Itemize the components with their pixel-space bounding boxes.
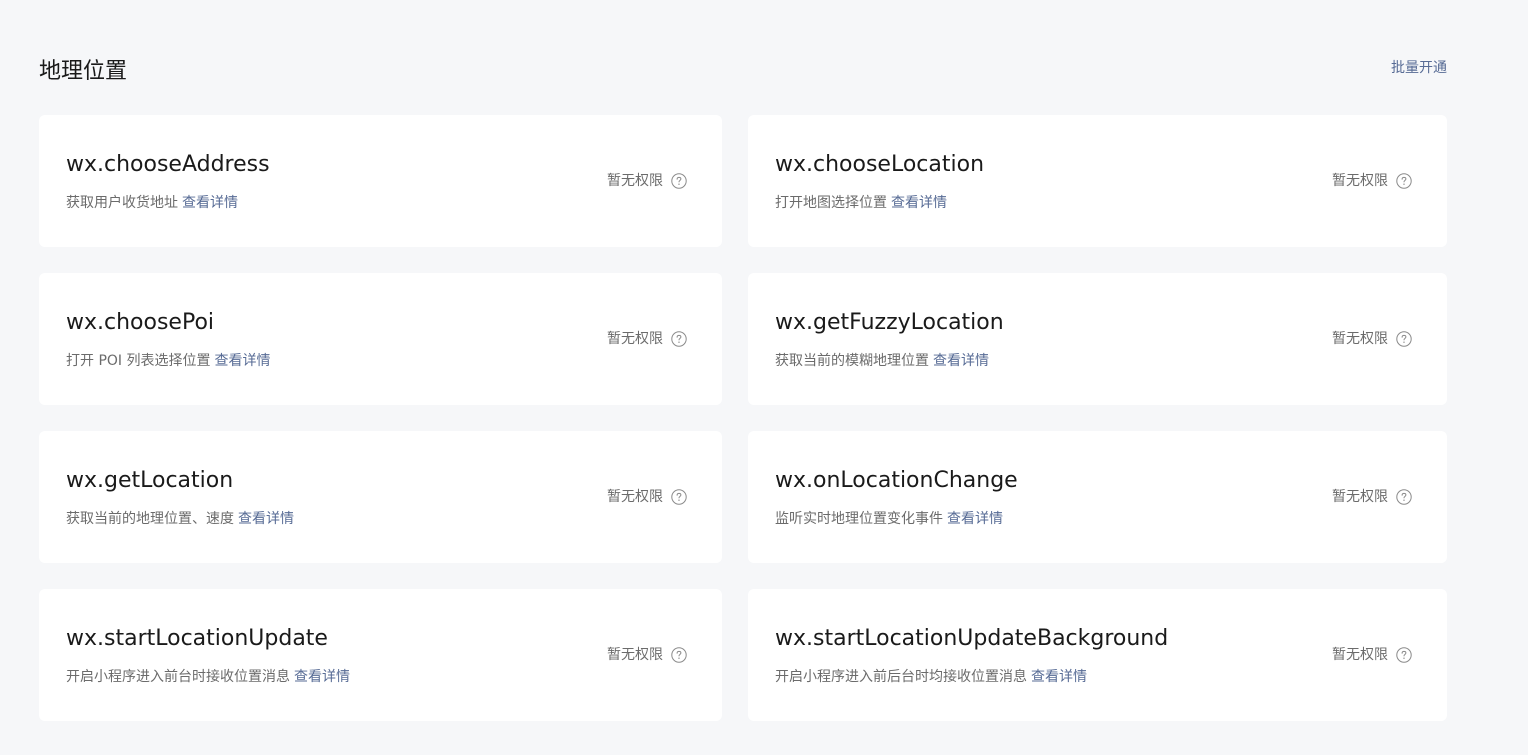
api-description: 打开地图选择位置 xyxy=(775,195,887,211)
permission-status-label: 暂无权限 xyxy=(607,647,663,663)
permission-status: 暂无权限 xyxy=(607,487,687,507)
api-card: wx.chooseLocation 打开地图选择位置 查看详情 暂无权限 xyxy=(748,115,1447,247)
api-description: 开启小程序进入前后台时均接收位置消息 xyxy=(775,669,1027,685)
api-card: wx.onLocationChange 监听实时地理位置变化事件 查看详情 暂无权… xyxy=(748,431,1447,563)
api-description-line: 监听实时地理位置变化事件 查看详情 xyxy=(775,509,1003,529)
permission-status: 暂无权限 xyxy=(1332,171,1412,191)
api-card: wx.getFuzzyLocation 获取当前的模糊地理位置 查看详情 暂无权限 xyxy=(748,273,1447,405)
view-details-link[interactable]: 查看详情 xyxy=(294,669,350,685)
api-description-line: 打开地图选择位置 查看详情 xyxy=(775,193,947,213)
api-card: wx.startLocationUpdateBackground 开启小程序进入… xyxy=(748,589,1447,721)
api-card: wx.chooseAddress 获取用户收货地址 查看详情 暂无权限 xyxy=(39,115,722,247)
question-circle-icon[interactable] xyxy=(1396,647,1412,663)
question-circle-icon[interactable] xyxy=(671,489,687,505)
api-description: 开启小程序进入前台时接收位置消息 xyxy=(66,669,290,685)
view-details-link[interactable]: 查看详情 xyxy=(215,353,271,369)
question-circle-icon[interactable] xyxy=(671,173,687,189)
api-name: wx.chooseAddress xyxy=(66,152,270,177)
api-name: wx.getLocation xyxy=(66,468,234,493)
question-circle-icon[interactable] xyxy=(671,331,687,347)
api-description: 获取当前的地理位置、速度 xyxy=(66,511,234,527)
view-details-link[interactable]: 查看详情 xyxy=(933,353,989,369)
view-details-link[interactable]: 查看详情 xyxy=(182,195,238,211)
api-description-line: 获取用户收货地址 查看详情 xyxy=(66,193,238,213)
api-card: wx.choosePoi 打开 POI 列表选择位置 查看详情 暂无权限 xyxy=(39,273,722,405)
api-description: 获取当前的模糊地理位置 xyxy=(775,353,929,369)
permission-status-label: 暂无权限 xyxy=(607,489,663,505)
question-circle-icon[interactable] xyxy=(1396,489,1412,505)
api-name: wx.startLocationUpdateBackground xyxy=(775,626,1169,651)
permission-status: 暂无权限 xyxy=(607,329,687,349)
api-description-line: 开启小程序进入前台时接收位置消息 查看详情 xyxy=(66,667,350,687)
api-description: 获取用户收货地址 xyxy=(66,195,178,211)
permission-status: 暂无权限 xyxy=(607,645,687,665)
permission-status: 暂无权限 xyxy=(1332,329,1412,349)
api-name: wx.chooseLocation xyxy=(775,152,985,177)
permission-status: 暂无权限 xyxy=(1332,645,1412,665)
permission-status-label: 暂无权限 xyxy=(607,331,663,347)
permission-status-label: 暂无权限 xyxy=(1332,489,1388,505)
question-circle-icon[interactable] xyxy=(1396,173,1412,189)
question-circle-icon[interactable] xyxy=(1396,331,1412,347)
api-name: wx.startLocationUpdate xyxy=(66,626,328,651)
section-header: 地理位置 批量开通 xyxy=(39,56,1447,88)
view-details-link[interactable]: 查看详情 xyxy=(1031,669,1087,685)
api-name: wx.getFuzzyLocation xyxy=(775,310,1004,335)
permission-status: 暂无权限 xyxy=(607,171,687,191)
api-description-line: 打开 POI 列表选择位置 查看详情 xyxy=(66,351,271,371)
section-title: 地理位置 xyxy=(39,59,128,84)
api-name: wx.onLocationChange xyxy=(775,468,1018,493)
api-description: 监听实时地理位置变化事件 xyxy=(775,511,943,527)
api-description-line: 获取当前的模糊地理位置 查看详情 xyxy=(775,351,989,371)
permission-status-label: 暂无权限 xyxy=(1332,647,1388,663)
permission-status-label: 暂无权限 xyxy=(1332,173,1388,189)
api-description-line: 获取当前的地理位置、速度 查看详情 xyxy=(66,509,294,529)
api-description-line: 开启小程序进入前后台时均接收位置消息 查看详情 xyxy=(775,667,1087,687)
view-details-link[interactable]: 查看详情 xyxy=(891,195,947,211)
bulk-enable-link[interactable]: 批量开通 xyxy=(1391,58,1447,78)
api-card: wx.startLocationUpdate 开启小程序进入前台时接收位置消息查… xyxy=(39,589,722,721)
api-card-grid: wx.chooseAddress 获取用户收货地址 查看详情 暂无权限 wx.ch… xyxy=(39,115,1447,721)
view-details-link[interactable]: 查看详情 xyxy=(238,511,294,527)
view-details-link[interactable]: 查看详情 xyxy=(947,511,1003,527)
permission-status: 暂无权限 xyxy=(1332,487,1412,507)
question-circle-icon[interactable] xyxy=(671,647,687,663)
api-name: wx.choosePoi xyxy=(66,310,215,335)
api-description: 打开 POI 列表选择位置 xyxy=(66,353,211,369)
api-card: wx.getLocation 获取当前的地理位置、速度 查看详情 暂无权限 xyxy=(39,431,722,563)
permission-status-label: 暂无权限 xyxy=(1332,331,1388,347)
permission-status-label: 暂无权限 xyxy=(607,173,663,189)
